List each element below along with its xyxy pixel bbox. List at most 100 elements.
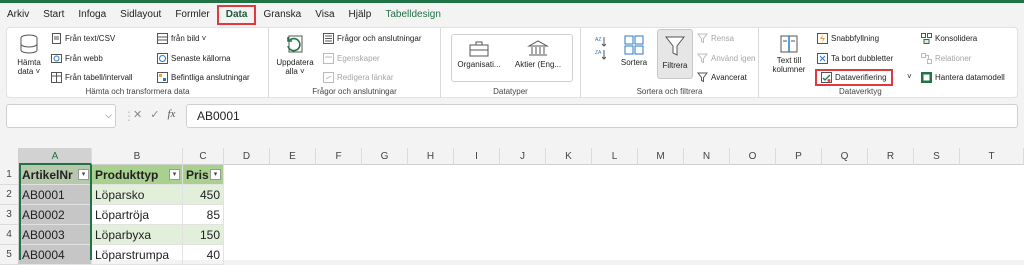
table-header-artikelnr[interactable]: ArtikelNr ▾: [19, 165, 92, 185]
tab-formler[interactable]: Formler: [168, 5, 216, 25]
table-header-pris[interactable]: Pris ▾: [183, 165, 224, 185]
table-cell[interactable]: 85: [183, 205, 224, 225]
column-header-s[interactable]: S: [914, 148, 960, 165]
properties-icon: [323, 53, 334, 64]
table-cell[interactable]: AB0002: [19, 205, 92, 225]
table-cell[interactable]: 150: [183, 225, 224, 245]
table-cell[interactable]: 40: [183, 245, 224, 265]
properties-button[interactable]: Egenskaper: [323, 53, 380, 64]
tab-data[interactable]: Data: [216, 5, 257, 25]
stocks-type-button[interactable]: Aktier (Eng...: [509, 40, 567, 69]
get-data-button[interactable]: Hämta data ˅: [11, 34, 47, 76]
column-header-r[interactable]: R: [868, 148, 914, 165]
tab-sidlayout[interactable]: Sidlayout: [113, 5, 168, 25]
table-cell[interactable]: AB0001: [19, 185, 92, 205]
table-cell[interactable]: AB0003: [19, 225, 92, 245]
from-table-range-button[interactable]: Från tabell/intervall: [51, 72, 133, 83]
from-text-csv-button[interactable]: Från text/CSV: [51, 33, 115, 44]
group-label-data-types: Datatyper: [493, 87, 528, 96]
queries-icon: [323, 33, 334, 44]
table-cell[interactable]: Löpartröja: [92, 205, 183, 225]
tab-tabelldesign[interactable]: Tabelldesign: [378, 5, 448, 25]
filter-dropdown-icon[interactable]: ▾: [169, 169, 180, 180]
sort-asc-desc-buttons[interactable]: AZ ZA: [595, 36, 606, 60]
column-header-f[interactable]: F: [316, 148, 362, 165]
reapply-button[interactable]: Använd igen: [697, 53, 755, 64]
edit-links-button[interactable]: Redigera länkar: [323, 72, 393, 83]
recent-sources-button[interactable]: Senaste källorna: [157, 53, 231, 64]
filter-dropdown-icon[interactable]: ▾: [210, 169, 221, 180]
table-cell[interactable]: 450: [183, 185, 224, 205]
row-header-3[interactable]: 3: [0, 205, 19, 225]
row-header-2[interactable]: 2: [0, 185, 19, 205]
row-header-1[interactable]: 1: [0, 165, 19, 185]
clear-filter-button[interactable]: Rensa: [697, 33, 734, 44]
manage-data-model-button[interactable]: Hantera datamodell: [921, 72, 1005, 83]
consolidate-icon: [921, 33, 932, 44]
enter-icon[interactable]: ✓: [150, 108, 159, 121]
refresh-all-button[interactable]: Uppdatera alla ˅: [273, 34, 317, 76]
column-header-c[interactable]: C: [183, 148, 224, 165]
column-header-i[interactable]: I: [454, 148, 500, 165]
table-cell[interactable]: Löparsko: [92, 185, 183, 205]
sort-descending-icon: ZA: [595, 49, 606, 60]
advanced-filter-button[interactable]: Avancerat: [697, 72, 747, 83]
column-header-q[interactable]: Q: [822, 148, 868, 165]
tab-arkiv[interactable]: Arkiv: [0, 5, 36, 25]
column-header-g[interactable]: G: [362, 148, 408, 165]
column-header-t[interactable]: T: [960, 148, 1024, 165]
bank-icon: [509, 40, 567, 58]
filter-button[interactable]: Filtrera: [657, 29, 693, 79]
column-header-e[interactable]: E: [270, 148, 316, 165]
remove-duplicates-button[interactable]: Ta bort dubbletter: [817, 53, 893, 64]
name-box[interactable]: ⌵: [6, 104, 116, 128]
ribbon: Hämta data ˅ Från text/CSV Från webb Frå…: [6, 27, 1018, 98]
group-queries-connections: Uppdatera alla ˅ Frågor och anslutningar…: [269, 28, 441, 98]
briefcase-icon: [453, 40, 505, 58]
group-data-tools: Text till kolumner Snabbfyllning Ta bort…: [759, 28, 1019, 98]
column-header-k[interactable]: K: [546, 148, 592, 165]
tab-visa[interactable]: Visa: [308, 5, 341, 25]
table-header-produkttyp[interactable]: Produkttyp ▾: [92, 165, 183, 185]
column-header-d[interactable]: D: [224, 148, 270, 165]
table-cell[interactable]: Löparstrumpa: [92, 245, 183, 265]
column-header-p[interactable]: P: [776, 148, 822, 165]
column-header-o[interactable]: O: [730, 148, 776, 165]
chevron-down-icon[interactable]: ⌵: [105, 110, 112, 121]
svg-text:AZ: AZ: [595, 37, 601, 43]
text-to-columns-button[interactable]: Text till kolumner: [769, 34, 809, 74]
tab-hjalp[interactable]: Hjälp: [342, 5, 379, 25]
column-header-n[interactable]: N: [684, 148, 730, 165]
select-all-corner[interactable]: [0, 148, 19, 165]
formula-input[interactable]: AB0001: [186, 104, 1018, 128]
relationships-button[interactable]: Relationer: [921, 53, 971, 64]
existing-connections-button[interactable]: Befintliga anslutningar: [157, 72, 250, 83]
row-header-5[interactable]: 5: [0, 245, 19, 265]
from-image-button[interactable]: från bild ˅: [157, 33, 206, 44]
tab-granska[interactable]: Granska: [256, 5, 308, 25]
table-cell[interactable]: AB0004: [19, 245, 92, 265]
organization-type-button[interactable]: Organisati...: [453, 40, 505, 69]
queries-connections-button[interactable]: Frågor och anslutningar: [323, 33, 422, 44]
column-header-h[interactable]: H: [408, 148, 454, 165]
from-web-button[interactable]: Från webb: [51, 53, 103, 64]
sort-button[interactable]: Sortera: [617, 34, 651, 67]
funnel-icon: [658, 35, 692, 59]
insert-function-icon[interactable]: fx: [167, 108, 175, 121]
data-validation-dropdown[interactable]: ˅: [907, 72, 912, 81]
column-header-a[interactable]: A: [19, 148, 92, 165]
tab-infoga[interactable]: Infoga: [71, 5, 113, 25]
filter-dropdown-icon[interactable]: ▾: [78, 169, 89, 180]
column-header-m[interactable]: M: [638, 148, 684, 165]
row-header-4[interactable]: 4: [0, 225, 19, 245]
flash-fill-button[interactable]: Snabbfyllning: [817, 33, 879, 44]
column-header-b[interactable]: B: [92, 148, 183, 165]
cancel-icon[interactable]: ✕: [133, 108, 142, 121]
table-cell[interactable]: Löparbyxa: [92, 225, 183, 245]
data-validation-button[interactable]: Dataverifiering: [815, 69, 893, 86]
column-header-l[interactable]: L: [592, 148, 638, 165]
tab-start[interactable]: Start: [36, 5, 71, 25]
column-header-j[interactable]: J: [500, 148, 546, 165]
worksheet-grid: A B C D E F G H I J K L M N O P Q R S T …: [0, 148, 1024, 265]
consolidate-button[interactable]: Konsolidera: [921, 33, 977, 44]
